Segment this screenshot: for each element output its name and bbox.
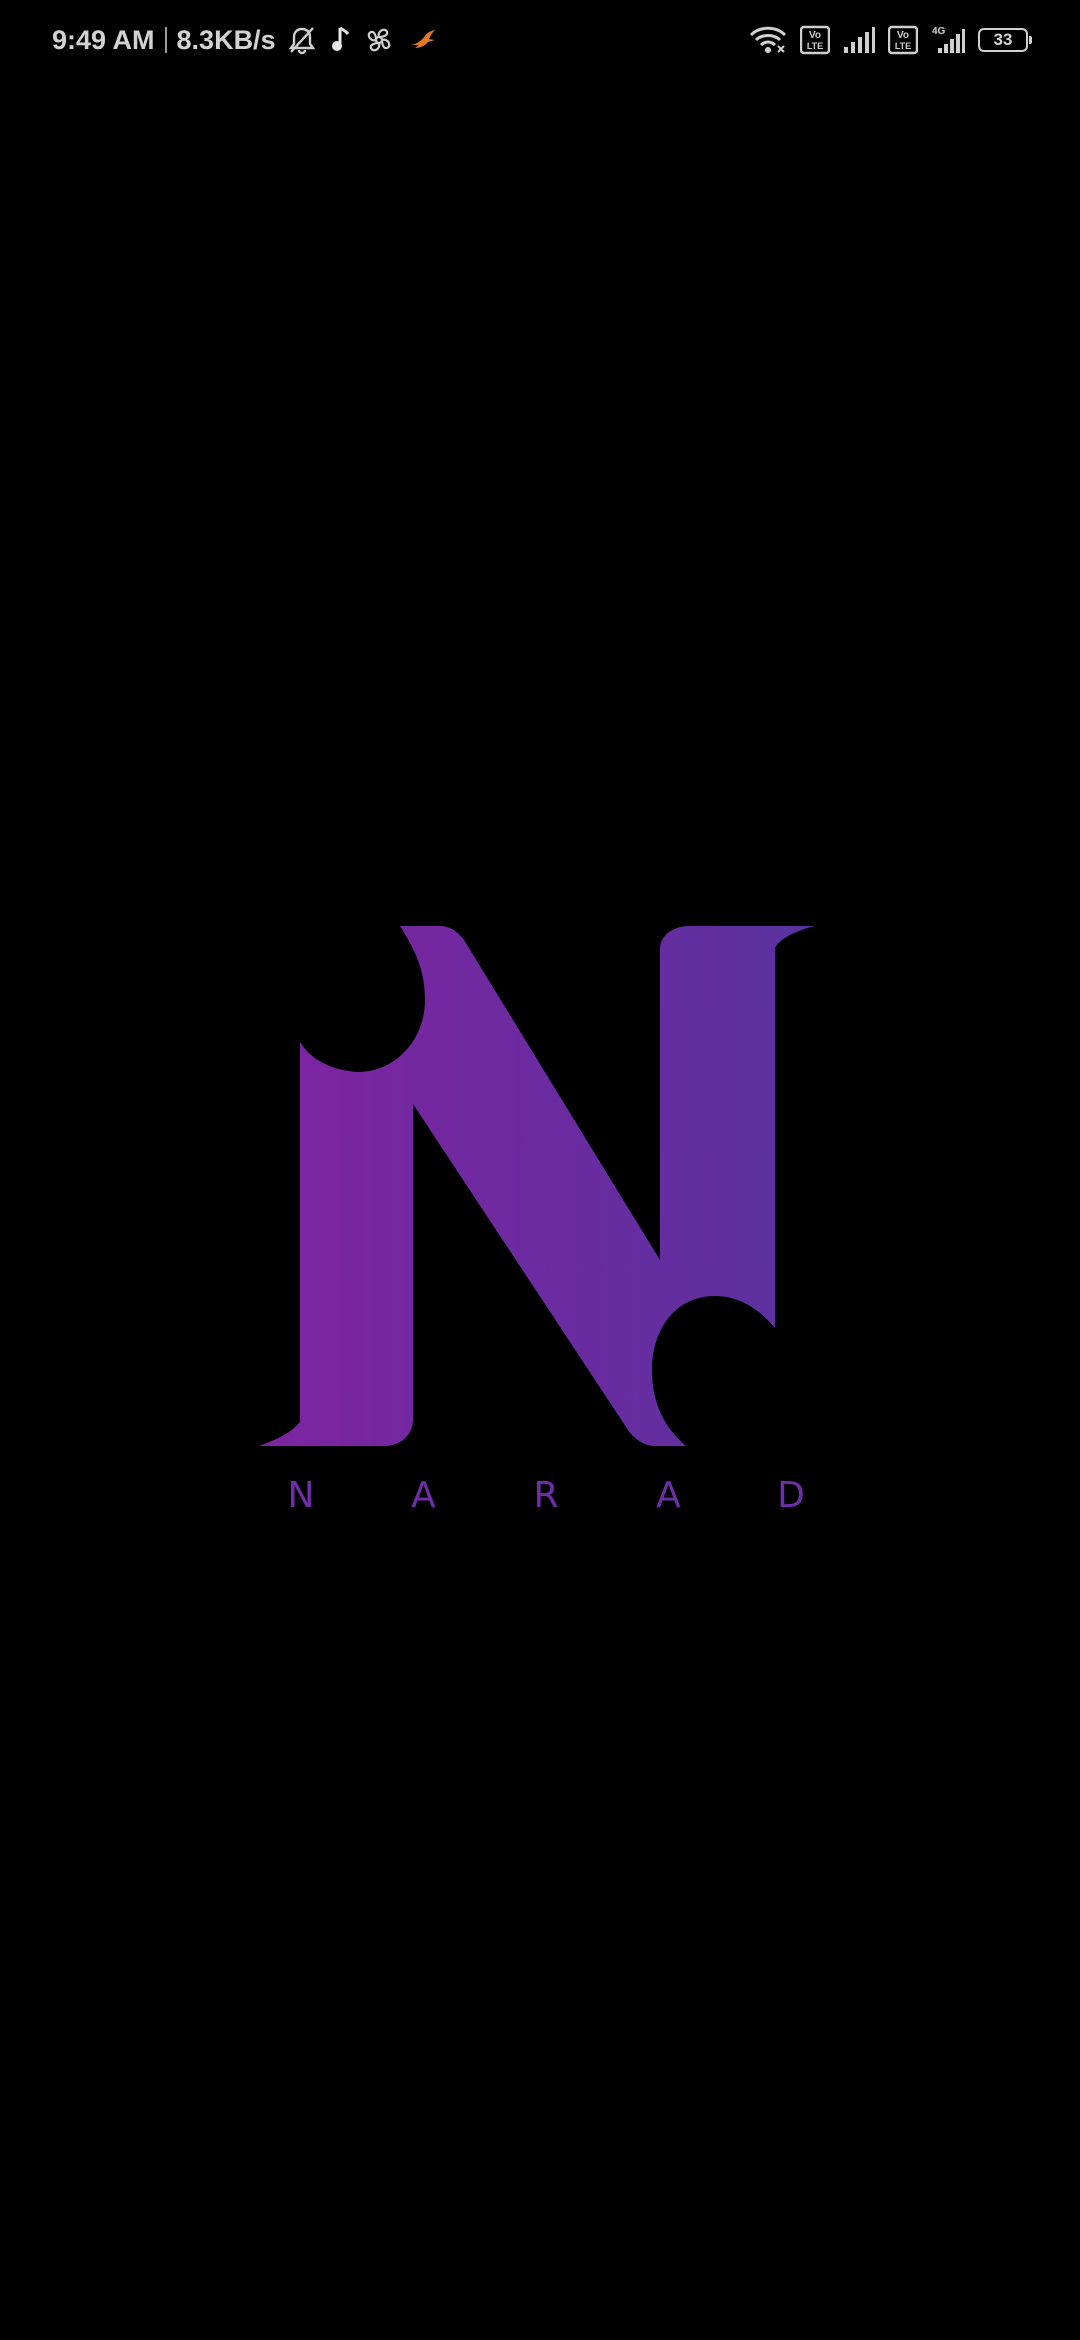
network-speed: 8.3KB/s: [176, 24, 276, 55]
volte-icon-2: Vo LTE: [888, 25, 918, 55]
music-note-icon: [330, 25, 350, 55]
wifi-icon: [748, 24, 788, 56]
svg-text:LTE: LTE: [807, 41, 823, 51]
svg-text:LTE: LTE: [895, 41, 911, 51]
status-bar: 9:49 AM 8.3KB/s Vo LTE Vo LTE 4G 33: [0, 0, 1080, 80]
battery-icon: 33: [978, 28, 1032, 52]
4g-signal-icon: 4G: [930, 24, 966, 56]
narad-n-logo-icon: [259, 926, 815, 1446]
battery-level: 33: [993, 30, 1013, 49]
svg-text:Vo: Vo: [897, 30, 909, 41]
clock: 9:49 AM: [52, 24, 155, 55]
svg-text:Vo: Vo: [809, 30, 821, 41]
notification-icons: [288, 25, 438, 55]
bird-icon: [408, 25, 438, 55]
brand-letter: D: [777, 1474, 805, 1516]
brand-name: N A R A D: [286, 1470, 806, 1520]
brand-letter: A: [411, 1474, 436, 1516]
network-type-label: 4G: [932, 26, 946, 37]
fan-icon: [364, 25, 394, 55]
mute-bell-icon: [288, 25, 316, 55]
signal-icon: [842, 25, 876, 55]
brand-letter: N: [287, 1474, 315, 1516]
narad-logo: [250, 920, 830, 1460]
status-left: 9:49 AM 8.3KB/s: [52, 18, 438, 62]
status-right: Vo LTE Vo LTE 4G 33: [748, 20, 1032, 60]
brand-letter: R: [533, 1474, 559, 1516]
divider: [164, 27, 167, 53]
volte-icon: Vo LTE: [800, 25, 830, 55]
brand-letter: A: [656, 1474, 681, 1516]
